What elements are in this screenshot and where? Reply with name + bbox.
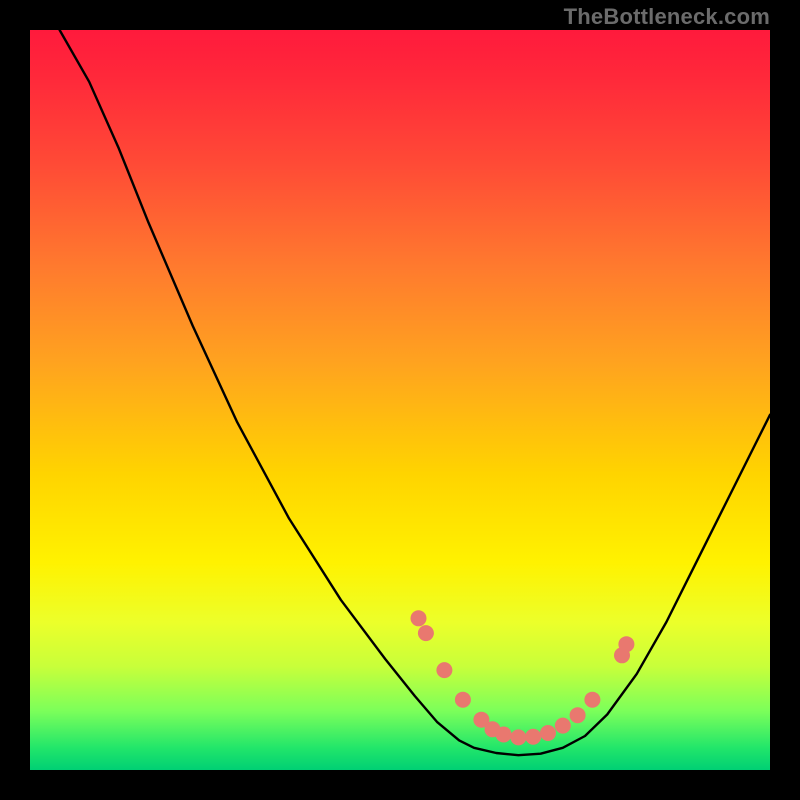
- data-marker: [584, 692, 600, 708]
- watermark-text: TheBottleneck.com: [564, 4, 770, 30]
- data-marker: [525, 729, 541, 745]
- data-marker: [618, 636, 634, 652]
- data-marker: [496, 727, 512, 743]
- chart-frame: TheBottleneck.com: [0, 0, 800, 800]
- plot-area: [30, 30, 770, 770]
- data-marker: [540, 725, 556, 741]
- bottleneck-curve: [30, 30, 770, 770]
- data-marker: [411, 610, 427, 626]
- data-marker: [510, 729, 526, 745]
- data-marker: [570, 707, 586, 723]
- data-marker: [455, 692, 471, 708]
- data-marker: [436, 662, 452, 678]
- data-marker: [418, 625, 434, 641]
- data-marker: [555, 718, 571, 734]
